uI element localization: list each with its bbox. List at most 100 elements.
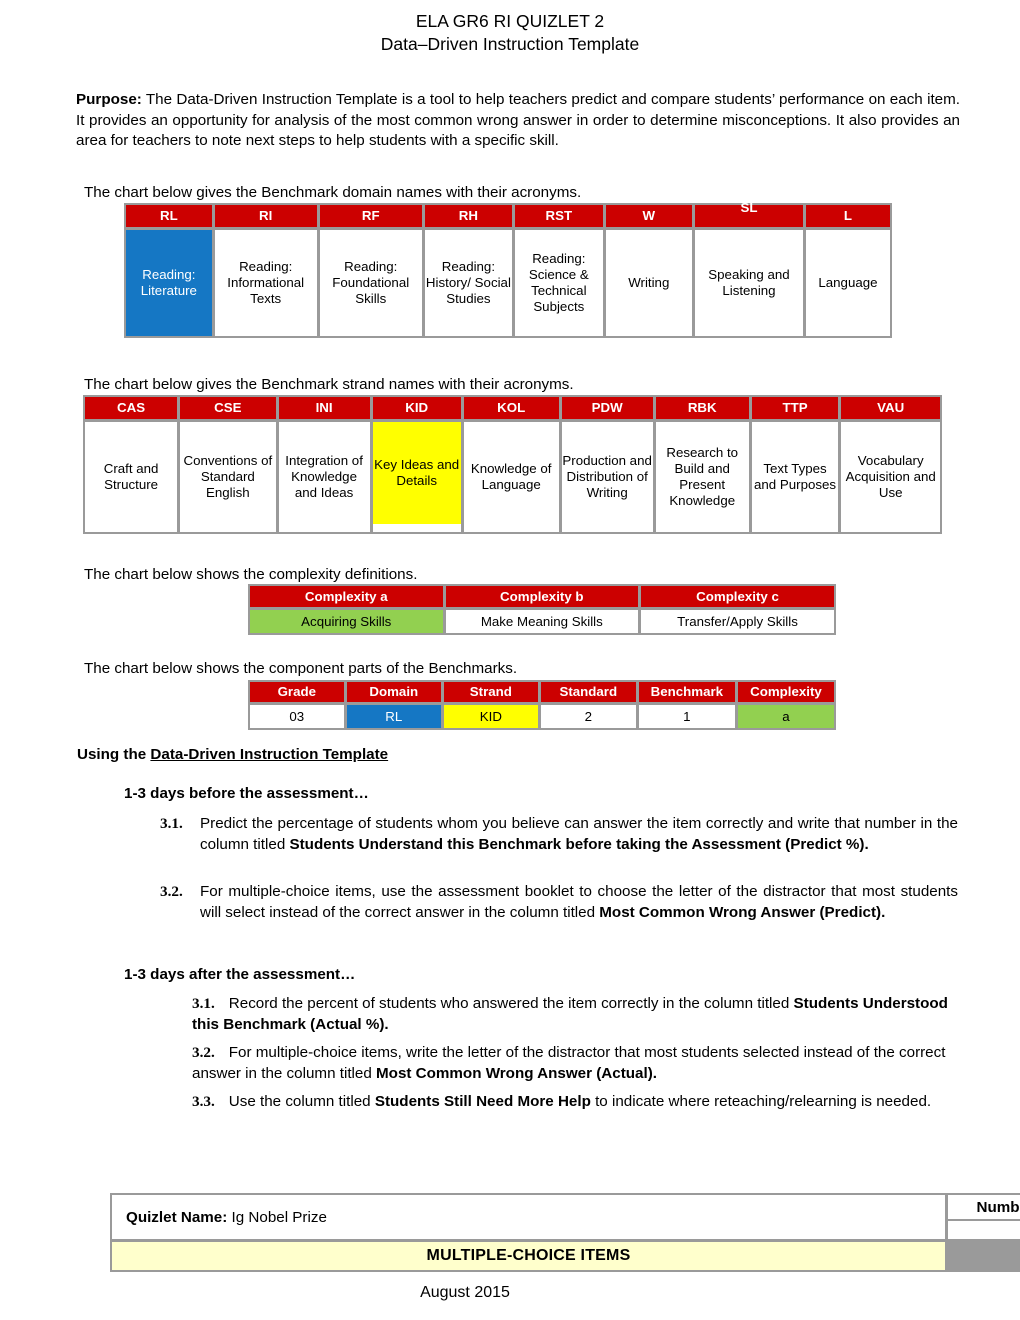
cell-rf: Reading: Foundational Skills [319, 230, 425, 336]
quizlet-name-value: Ig Nobel Prize [231, 1208, 327, 1226]
using-template-heading: Using the Data-Driven Instruction Templa… [77, 746, 388, 763]
footer-date: August 2015 [420, 1284, 510, 1301]
column-header-complexity-c: Complexity c [641, 586, 834, 610]
cell-ri: Reading: Informational Texts [214, 230, 320, 336]
column-header-domain: Domain [346, 682, 444, 705]
using-prefix: Using the [77, 746, 151, 763]
cell-rbk: Research to Build and Present Knowledge [655, 422, 752, 532]
before-step-2-number: 3.2. [160, 883, 183, 900]
column-header-rbk: RBK [655, 397, 752, 422]
cell-kol: Knowledge of Language [463, 422, 562, 532]
table-row: Acquiring Skills Make Meaning Skills Trans… [250, 610, 834, 633]
cell-pdw: Production and Distribution of Writing [561, 422, 656, 532]
after-step-2: 3.2. For multiple-choice items, write the… [192, 1042, 962, 1084]
caption-complexity-table: The chart below shows the complexity def… [84, 566, 418, 583]
after-step-1-number: 3.1. [192, 995, 215, 1012]
after-step-3-text: Use the column titled [228, 1093, 375, 1110]
column-header-sl: SL [695, 200, 806, 230]
after-step-1: 3.1. Record the percent of students who a… [192, 993, 962, 1035]
cell-kid: Key Ideas and Details [372, 422, 464, 532]
header-title-line2: Data–Driven Instruction Template [380, 34, 640, 54]
quizlet-name-label: Quizlet Name: [126, 1208, 228, 1226]
column-header-cas: CAS [85, 397, 181, 422]
after-step-3-number: 3.3. [192, 1093, 215, 1110]
column-header-rl: RL [126, 205, 215, 230]
purpose-text: The Data-Driven Instruction Template is … [76, 91, 960, 149]
table-header-row: RL RI RF RH RST W SL L [126, 200, 890, 230]
after-step-3-post: to indicate where reteaching/relearning … [590, 1093, 932, 1110]
benchmark-strand-table: CAS CSE INI KID KOL PDW RBK TTP VAU Craft and St… [83, 395, 942, 534]
table-header-row: CAS CSE INI KID KOL PDW RBK TTP VAU [85, 397, 940, 422]
column-header-w: W [605, 205, 696, 230]
table-header-row: Complexity a Complexity b Complexity c [250, 586, 834, 610]
column-header-rf: RF [319, 205, 425, 230]
cell-complexity: a [737, 705, 834, 728]
complexity-definitions-table: Complexity a Complexity b Complexity c Acq… [248, 584, 836, 635]
column-header-standard: Standard [540, 682, 639, 705]
cell-grade: 03 [250, 705, 347, 728]
number-of-items-value[interactable] [948, 1221, 1020, 1239]
cell-domain: RL [346, 705, 444, 728]
cell-benchmark: 1 [638, 705, 738, 728]
column-header-complexity-a: Complexity a [250, 586, 446, 610]
column-header-rst: RST [515, 205, 606, 230]
after-assessment-heading: 1-3 days after the assessment… [124, 966, 356, 983]
quizlet-info-block: Quizlet Name: Ig Nobel Prize Numb MULTIP… [110, 1193, 1020, 1272]
cell-cas: Craft and Structure [85, 422, 181, 532]
before-step-1-number: 3.1. [160, 815, 183, 832]
column-header-kol: KOL [463, 397, 562, 422]
table-row: Craft and Structure Conventions of Standa… [85, 422, 940, 532]
before-step-1-bold: Students Understand this Benchmark befor… [289, 836, 869, 853]
before-step-2: 3.2. For multiple-choice items, use the … [160, 881, 958, 923]
column-header-complexity: Complexity [737, 682, 834, 705]
cell-complexity-c: Transfer/Apply Skills [641, 610, 834, 633]
after-step-3: 3.3. Use the column titled Students Still… [192, 1091, 962, 1112]
number-of-items-cell: Numb [948, 1195, 1020, 1239]
purpose-paragraph: Purpose: The Data-Driven Instruction Tem… [76, 90, 960, 152]
column-header-grade: Grade [250, 682, 347, 705]
column-header-vau: VAU [841, 397, 940, 422]
column-header-cse: CSE [180, 397, 279, 422]
column-header-label: SL [740, 200, 758, 215]
before-step-2-bold: Most Common Wrong Answer (Predict). [599, 904, 886, 921]
before-assessment-heading: 1-3 days before the assessment… [124, 785, 369, 802]
column-header-strand: Strand [443, 682, 541, 705]
multiple-choice-section-title: MULTIPLE-CHOICE ITEMS [112, 1242, 945, 1270]
cell-standard: 2 [540, 705, 639, 728]
header-title-line1: ELA GR6 RI QUIZLET 2 [415, 11, 605, 31]
after-step-2-bold: Most Common Wrong Answer (Actual). [376, 1065, 657, 1082]
column-header-benchmark: Benchmark [638, 682, 738, 705]
column-header-ri: RI [214, 205, 320, 230]
cell-rst: Reading: Science & Technical Subjects [515, 230, 606, 336]
quizlet-name-row: Quizlet Name: Ig Nobel Prize Numb [112, 1195, 1020, 1239]
benchmark-parts-table: Grade Domain Strand Standard Benchmark Comple… [248, 680, 836, 730]
table-row: 03 RL KID 2 1 a [250, 705, 834, 728]
cell-l: Language [805, 230, 890, 336]
cell-complexity-b: Make Meaning Skills [445, 610, 642, 633]
number-of-items-label: Numb [948, 1195, 1020, 1219]
cell-strand: KID [443, 705, 541, 728]
document-header: ELA GR6 RI QUIZLET 2 Data–Driven Instruc… [0, 10, 1020, 56]
cell-rl: Reading: Literature [126, 230, 215, 336]
column-header-pdw: PDW [561, 397, 656, 422]
column-header-complexity-b: Complexity b [445, 586, 642, 610]
cell-complexity-a: Acquiring Skills [250, 610, 446, 633]
purpose-label: Purpose: [76, 91, 142, 108]
column-header-l: L [805, 205, 890, 230]
column-header-rh: RH [424, 205, 516, 230]
after-step-3-bold: Students Still Need More Help [374, 1093, 591, 1110]
caption-domain-table: The chart below gives the Benchmark doma… [84, 184, 582, 201]
caption-strand-table: The chart below gives the Benchmark stra… [84, 376, 574, 393]
column-header-kid: KID [372, 397, 464, 422]
cell-ini: Integration of Knowledge and Ideas [278, 422, 373, 532]
after-step-2-number: 3.2. [192, 1044, 215, 1061]
column-header-ini: INI [278, 397, 373, 422]
cell-rh: Reading: History/ Social Studies [424, 230, 516, 336]
before-step-1: 3.1. Predict the percentage of students … [160, 813, 958, 855]
quizlet-name-cell[interactable]: Quizlet Name: Ig Nobel Prize [112, 1195, 945, 1239]
cell-cse: Conventions of Standard English [180, 422, 279, 532]
cell-sl: Speaking and Listening [695, 230, 806, 336]
cell-w: Writing [605, 230, 696, 336]
highlight-fill: Key Ideas and Details [372, 422, 461, 524]
table-row: Reading: Literature Reading: Informationa… [126, 230, 890, 336]
